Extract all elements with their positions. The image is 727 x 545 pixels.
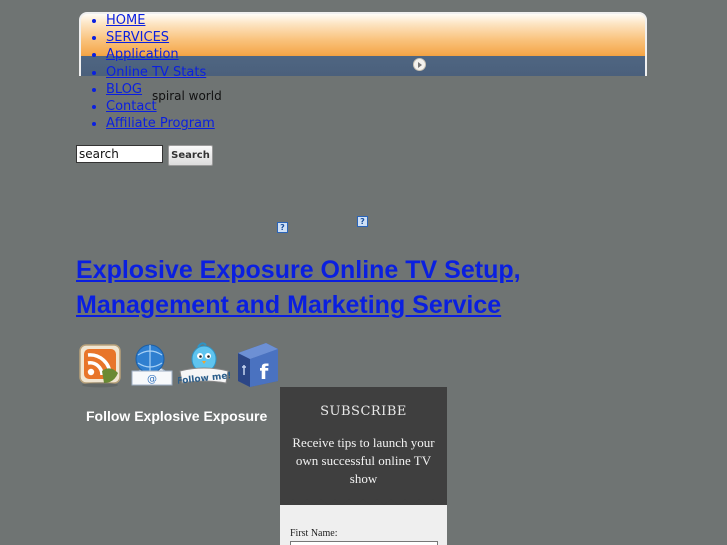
menu-item-affiliate: Affiliate Program: [106, 115, 215, 132]
page-title: Explosive Exposure Online TV Setup, Mana…: [76, 253, 556, 323]
broken-image-icon: ?: [277, 222, 288, 233]
menu-link-home[interactable]: HOME: [106, 13, 145, 28]
menu-link-online-tv-stats[interactable]: Online TV Stats: [106, 65, 206, 80]
menu-item-services: SERVICES: [106, 29, 215, 46]
twitter-follow-me-icon[interactable]: Follow me!: [178, 341, 230, 389]
site-name: spiral world: [152, 89, 222, 103]
first-name-input[interactable]: [290, 541, 438, 545]
subscribe-widget: SUBSCRIBE Receive tips to launch your ow…: [280, 387, 447, 545]
menu-link-application[interactable]: Application: [106, 47, 179, 62]
zigzag-divider: [280, 493, 447, 505]
page-title-link[interactable]: Explosive Exposure Online TV Setup, Mana…: [76, 256, 521, 319]
menu-link-blog[interactable]: BLOG: [106, 82, 142, 97]
menu-link-affiliate[interactable]: Affiliate Program: [106, 116, 215, 131]
svg-text:f: f: [260, 360, 269, 384]
rss-icon[interactable]: [76, 341, 124, 389]
search-input[interactable]: [76, 145, 163, 163]
first-name-label: First Name:: [290, 528, 338, 539]
follow-text: Follow Explosive Exposure: [86, 408, 268, 424]
subscribe-description: Receive tips to launch your own successf…: [292, 435, 435, 486]
svg-text:@: @: [147, 374, 157, 385]
search-button[interactable]: Search: [168, 145, 213, 166]
menu-link-contact[interactable]: Contact: [106, 99, 157, 114]
main-menu: HOME SERVICES Application Online TV Stat…: [88, 12, 215, 132]
menu-item-home: HOME: [106, 12, 215, 29]
menu-link-services[interactable]: SERVICES: [106, 30, 169, 45]
email-icon[interactable]: @: [128, 341, 176, 389]
menu-item-application: Application: [106, 46, 215, 63]
broken-image-icon: ?: [357, 216, 368, 227]
menu-item-online-tv-stats: Online TV Stats: [106, 64, 215, 81]
subscribe-title: SUBSCRIBE: [320, 404, 407, 419]
arrow-right-icon[interactable]: [413, 58, 426, 71]
facebook-icon[interactable]: f: [234, 341, 282, 389]
